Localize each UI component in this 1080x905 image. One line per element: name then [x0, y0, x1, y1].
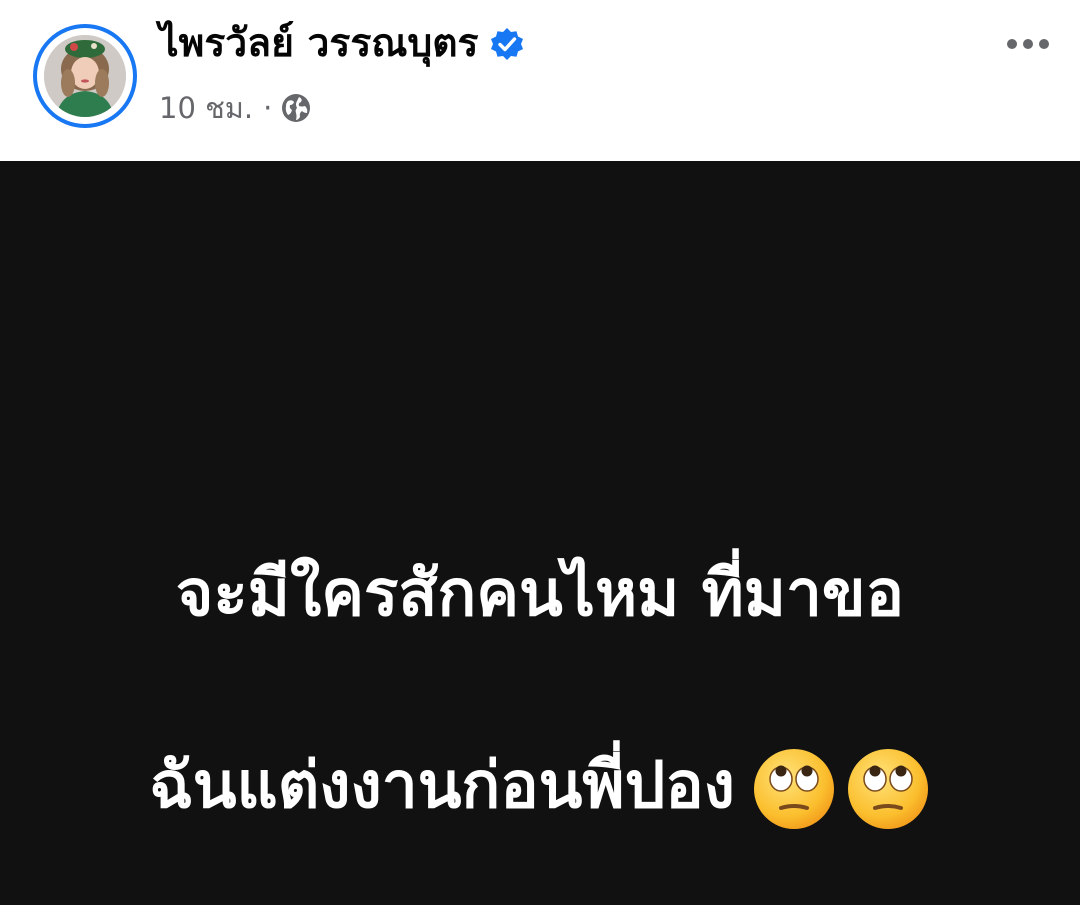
- face-with-rolling-eyes-icon: [753, 749, 834, 830]
- author-name-link[interactable]: ไพรวัลย์ วรรณบุตร: [159, 16, 525, 72]
- more-horizontal-icon-dot: [1007, 39, 1017, 49]
- facebook-post: ไพรวัลย์ วรรณบุตร 10 ชม. · จะมีใครสักคนไ…: [0, 0, 1080, 905]
- more-horizontal-icon-dot: [1023, 39, 1033, 49]
- author-name: ไพรวัลย์ วรรณบุตร: [159, 21, 479, 66]
- face-with-rolling-eyes-icon: [847, 749, 928, 830]
- post-timestamp[interactable]: 10 ชม.: [159, 86, 253, 130]
- card-text-line-1: จะมีใครสักคนไหม ที่มาขอ: [175, 557, 905, 631]
- emoji-row: [751, 746, 931, 832]
- card-text: จะมีใครสักคนไหม ที่มาขอ ฉันแต่งงานก่อนพี…: [40, 450, 1040, 905]
- meta-separator: ·: [263, 91, 273, 125]
- verified-badge-icon: [490, 28, 523, 60]
- avatar-photo: [44, 35, 126, 117]
- more-horizontal-icon-dot: [1039, 39, 1049, 49]
- more-options-button[interactable]: [996, 24, 1060, 64]
- card-text-line-2-wrapper: ฉันแต่งงานก่อนพี่ปอง: [40, 738, 1040, 834]
- post-meta: 10 ชม. ·: [159, 86, 312, 130]
- post-header: ไพรวัลย์ วรรณบุตร 10 ชม. ·: [0, 0, 1080, 161]
- author-avatar[interactable]: [33, 24, 137, 128]
- card-text-line-2: ฉันแต่งงานก่อนพี่ปอง: [149, 749, 735, 823]
- text-post-card[interactable]: จะมีใครสักคนไหม ที่มาขอ ฉันแต่งงานก่อนพี…: [0, 161, 1080, 905]
- globe-icon[interactable]: [280, 92, 312, 124]
